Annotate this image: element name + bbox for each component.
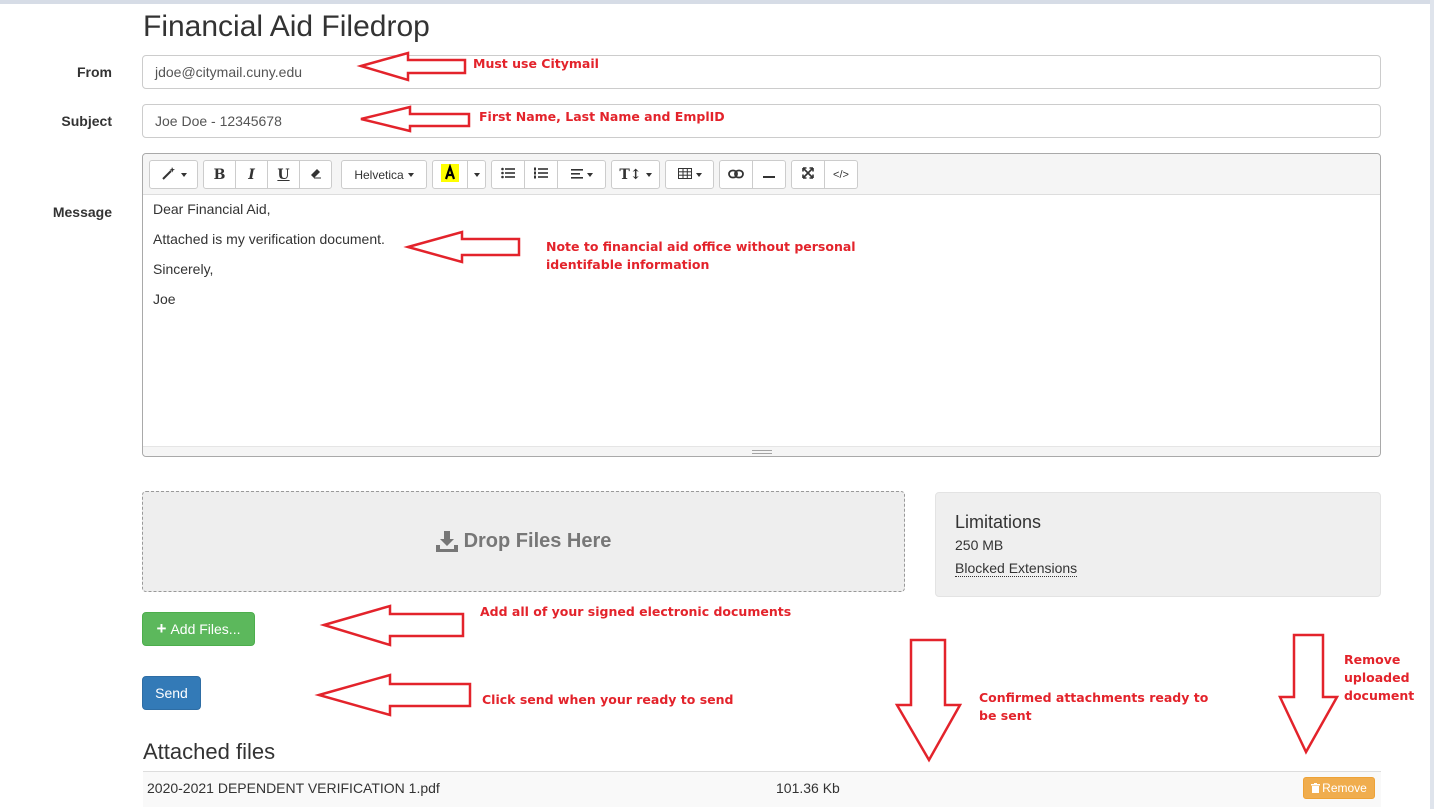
table-dropdown[interactable] [665,160,714,189]
italic-icon: I [248,166,255,183]
subject-input-value: Joe Doe - 12345678 [155,113,282,129]
italic-button[interactable]: I [235,160,268,189]
limitations-title: Limitations [955,512,1042,532]
subject-label: Subject [61,113,112,129]
annotation-note-line1: Note to financial aid office without per… [546,239,856,254]
annotation-add-docs: Add all of your signed electronic docume… [480,604,792,619]
message-line: Sincerely, [153,261,214,277]
message-line: Attached is my verification document. [153,231,385,247]
text-color-icon [441,163,459,185]
from-input[interactable]: jdoe@citymail.cuny.edu [142,55,1381,89]
table-row: 2020-2021 DEPENDENT VERIFICATION 1.pdf 1… [143,771,1381,807]
fullscreen-button[interactable] [791,160,825,189]
chevron-down-icon [473,172,480,177]
add-files-label: Add Files... [170,621,241,637]
code-icon: </> [833,168,849,181]
annotation-subject: First Name, Last Name and EmplID [479,109,725,124]
send-label: Send [155,685,188,701]
arrow-down-icon [1278,633,1340,755]
limitations-panel: Limitations 250 MB Blocked Extensions [935,492,1381,597]
bullet-list-icon [501,167,515,182]
annotation-note-line2: identifable information [546,257,710,272]
expand-icon [802,167,814,182]
font-name-label: Helvetica [354,167,404,182]
underline-icon: U [277,166,290,183]
page-title: Financial Aid Filedrop [143,10,430,43]
chevron-down-icon [695,172,702,177]
grip-icon [752,450,772,454]
link-button[interactable] [719,160,753,189]
file-name: 2020-2021 DEPENDENT VERIFICATION 1.pdf [147,780,440,796]
horizontal-rule-button[interactable] [752,160,786,189]
remove-label: Remove [1322,781,1367,795]
remove-button[interactable]: Remove [1303,777,1375,799]
arrow-left-icon [319,604,465,647]
plus-icon: + [156,619,167,638]
message-line: Dear Financial Aid, [153,201,271,217]
annotation-remove-line3: document [1344,688,1415,703]
eraser-icon [310,167,322,182]
add-files-button[interactable]: + Add Files... [142,612,255,646]
message-editor: B I U Helvetica T↕ </> Dear Financial Ai… [142,153,1381,457]
dropzone-text: Drop Files Here [463,530,612,552]
code-view-button[interactable]: </> [824,160,858,189]
window-right-border [1430,0,1434,809]
font-name-dropdown[interactable]: Helvetica [341,160,427,189]
from-label: From [77,64,112,80]
numbered-list-icon [534,167,548,182]
style-button[interactable] [149,160,198,189]
text-color-button[interactable] [432,160,468,189]
line-height-dropdown[interactable]: T↕ [611,160,660,189]
message-body[interactable]: Dear Financial Aid, Attached is my verif… [143,195,1380,445]
numbered-list-button[interactable] [524,160,558,189]
table-icon [677,167,692,182]
annotation-confirmed-line1: Confirmed attachments ready to [979,690,1209,705]
editor-toolbar: B I U Helvetica T↕ </> [143,154,1380,195]
from-input-value: jdoe@citymail.cuny.edu [155,64,303,80]
clear-format-button[interactable] [299,160,332,189]
annotation-send: Click send when your ready to send [482,692,734,707]
magic-wand-icon [161,166,177,183]
chevron-down-icon [645,172,652,177]
bold-button[interactable]: B [203,160,236,189]
underline-button[interactable]: U [267,160,300,189]
paragraph-align-dropdown[interactable] [557,160,606,189]
bullet-list-button[interactable] [491,160,525,189]
file-size: 101.36 Kb [776,780,840,796]
arrow-left-icon [314,673,472,717]
trash-icon [1311,783,1321,793]
align-icon [570,168,583,182]
chevron-down-icon [180,172,187,177]
dropzone[interactable]: Drop Files Here [142,491,905,592]
chevron-down-icon [586,172,593,177]
send-button[interactable]: Send [142,676,201,710]
blocked-extensions-link[interactable]: Blocked Extensions [955,560,1078,577]
max-size: 250 MB [955,537,1004,553]
subject-input[interactable]: Joe Doe - 12345678 [142,104,1381,138]
annotation-citymail: Must use Citymail [473,56,599,71]
annotation-remove-line1: Remove [1344,652,1401,667]
message-line: Joe [153,291,176,307]
text-color-dropdown[interactable] [467,160,486,189]
attached-files-title: Attached files [143,739,276,764]
minus-icon [763,168,775,182]
editor-resize-handle[interactable] [143,446,1380,456]
chevron-down-icon [407,172,414,177]
link-icon [728,168,744,182]
message-label: Message [52,204,112,220]
text-height-icon: T↕ [619,166,642,183]
bold-icon: B [213,166,226,183]
annotation-confirmed-line2: be sent [979,708,1032,723]
arrow-down-icon [894,638,963,763]
window-top-border [0,0,1434,4]
download-icon [435,531,458,552]
annotation-remove-line2: uploaded [1344,670,1410,685]
